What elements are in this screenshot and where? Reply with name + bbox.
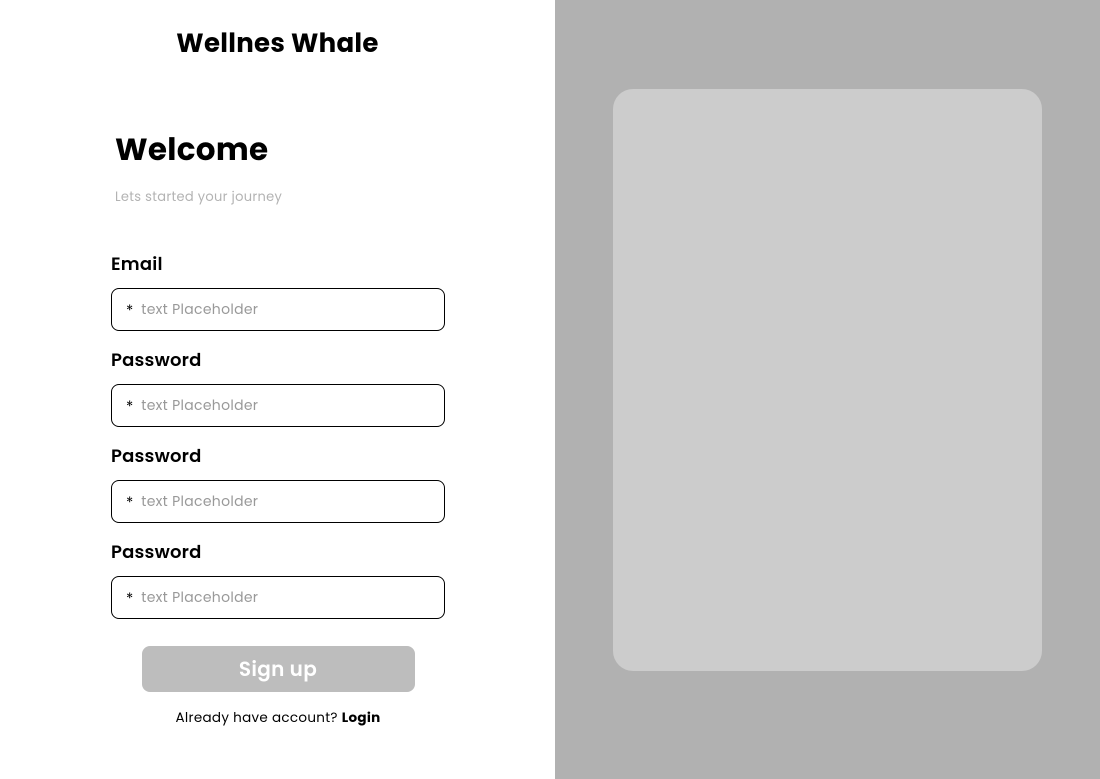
welcome-subtext: Lets started your journey	[115, 187, 555, 207]
password-label-3: Password	[111, 539, 445, 566]
left-panel: Wellnes Whale Welcome Lets started your …	[0, 0, 555, 779]
email-form-group: Email *	[111, 251, 445, 331]
password-input-2[interactable]	[141, 491, 444, 512]
login-prompt-text: Already have account?	[175, 708, 341, 727]
welcome-section: Welcome Lets started your journey	[115, 126, 555, 207]
password-input-wrapper-3: *	[111, 576, 445, 619]
password-input-1[interactable]	[141, 395, 444, 416]
password-label-2: Password	[111, 443, 445, 470]
signup-form: Email * Password * Password * Password *	[111, 251, 445, 728]
brand-title: Wellnes Whale	[0, 25, 555, 64]
email-input[interactable]	[141, 299, 444, 320]
password-input-3[interactable]	[141, 587, 444, 608]
password-input-wrapper-2: *	[111, 480, 445, 523]
password-label-1: Password	[111, 347, 445, 374]
email-label: Email	[111, 251, 445, 278]
image-placeholder	[613, 89, 1042, 671]
password-form-group-1: Password *	[111, 347, 445, 427]
login-prompt: Already have account? Login	[111, 708, 445, 728]
password-form-group-3: Password *	[111, 539, 445, 619]
password-input-wrapper-1: *	[111, 384, 445, 427]
required-mark-icon: *	[126, 300, 133, 323]
welcome-heading: Welcome	[115, 126, 555, 173]
email-input-wrapper: *	[111, 288, 445, 331]
required-mark-icon: *	[126, 588, 133, 611]
signup-button[interactable]: Sign up	[142, 646, 415, 692]
required-mark-icon: *	[126, 396, 133, 419]
password-form-group-2: Password *	[111, 443, 445, 523]
right-panel	[555, 0, 1100, 779]
login-link[interactable]: Login	[342, 708, 381, 727]
required-mark-icon: *	[126, 492, 133, 515]
